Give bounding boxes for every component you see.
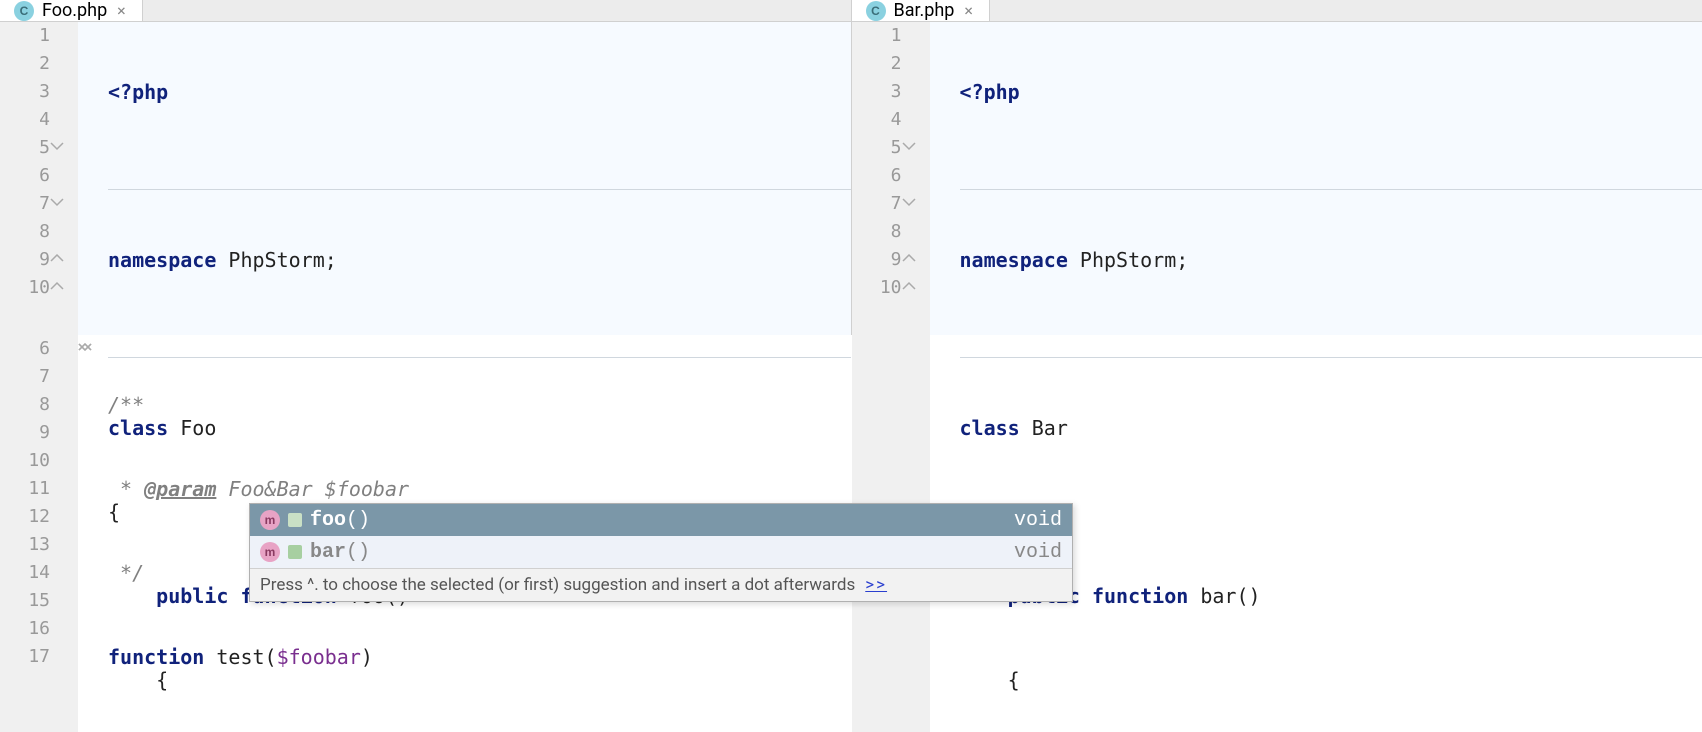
line-number: 9 <box>0 246 50 274</box>
completion-item-foo[interactable]: m foo() void <box>250 504 1072 536</box>
line-number: 13 <box>0 531 50 559</box>
line-number: 7 <box>0 363 50 391</box>
line-number: 7 <box>852 190 902 218</box>
hint-text: Press ^. to choose the selected (or firs… <box>260 575 855 595</box>
visibility-icon <box>288 545 302 559</box>
line-number: 5 <box>852 134 902 162</box>
fold-marker-icon[interactable] <box>902 251 916 265</box>
line-number: 16 <box>0 615 50 643</box>
line-number: 2 <box>852 50 902 78</box>
tab-bar[interactable]: C Bar.php × <box>852 0 990 21</box>
line-number: 3 <box>852 78 902 106</box>
fold-marker-icon[interactable] <box>902 195 916 209</box>
line-number: 1 <box>0 22 50 50</box>
completion-return-type: void <box>1014 509 1062 532</box>
method-icon: m <box>260 542 280 562</box>
tab-foo[interactable]: C Foo.php × <box>0 0 143 21</box>
code-token: <?php <box>108 80 168 104</box>
code-token: */ <box>108 561 144 585</box>
line-number: 11 <box>0 475 50 503</box>
code-token: Foo&Bar $foobar <box>216 477 409 501</box>
code-token: @param <box>144 477 216 501</box>
line-number: 4 <box>0 106 50 134</box>
left-tabbar: C Foo.php × <box>0 0 851 22</box>
line-number: 4 <box>852 106 902 134</box>
visibility-icon <box>288 513 302 527</box>
right-tabbar: C Bar.php × <box>852 0 1702 22</box>
line-number: 9 <box>852 246 902 274</box>
line-number: 10 <box>0 447 50 475</box>
completion-name: bar() <box>310 541 370 564</box>
completion-hint: Press ^. to choose the selected (or firs… <box>250 568 1072 601</box>
code-token: function <box>108 645 204 669</box>
code-token: /** <box>108 393 144 417</box>
fold-marker-icon[interactable] <box>50 279 64 293</box>
line-number: 7 <box>0 190 50 218</box>
line-number: 14 <box>0 559 50 587</box>
line-number: 10 <box>852 274 902 302</box>
fold-marker-icon[interactable] <box>902 139 916 153</box>
line-number: 8 <box>0 218 50 246</box>
code-token: ; <box>1176 248 1188 272</box>
line-number: 1 <box>852 22 902 50</box>
line-number: 3 <box>0 78 50 106</box>
completion-return-type: void <box>1014 541 1062 564</box>
fold-marker-icon[interactable] <box>50 139 64 153</box>
line-number: 6 <box>0 335 50 363</box>
line-number: 6 <box>852 162 902 190</box>
php-class-icon: C <box>866 1 886 21</box>
code-token: PhpStorm <box>216 248 324 272</box>
line-number: 9 <box>0 419 50 447</box>
code-token: ) <box>361 645 373 669</box>
tab-label: Bar.php <box>894 0 955 21</box>
bottom-gutter: 6 7 8 9 10 11 12 13 14 15 16 17 <box>0 335 78 732</box>
code-token: PhpStorm <box>1068 248 1176 272</box>
php-class-icon: C <box>14 1 34 21</box>
line-number: 17 <box>0 643 50 671</box>
method-icon: m <box>260 510 280 530</box>
line-number: 2 <box>0 50 50 78</box>
close-icon[interactable]: × <box>115 1 128 20</box>
code-token: test( <box>204 645 276 669</box>
code-token: ; <box>325 248 337 272</box>
code-token: $foobar <box>277 645 361 669</box>
line-number: 15 <box>0 587 50 615</box>
left-pane: C Foo.php × 1 2 3 4 5 6 7 8 9 10 <box>0 0 852 335</box>
hint-more-link[interactable]: >> <box>865 575 887 595</box>
fold-marker-icon[interactable] <box>50 195 64 209</box>
close-icon[interactable]: × <box>962 1 975 20</box>
fold-marker-icon[interactable] <box>902 279 916 293</box>
line-number: 12 <box>0 503 50 531</box>
line-number: 5 <box>0 134 50 162</box>
code-token: * <box>108 477 144 501</box>
line-number: 6 <box>0 162 50 190</box>
code-token: namespace <box>108 248 216 272</box>
right-pane: C Bar.php × 1 2 3 4 5 6 7 8 9 10 <box>852 0 1702 335</box>
code-token: namespace <box>960 248 1068 272</box>
line-number: 8 <box>852 218 902 246</box>
tab-label: Foo.php <box>42 0 107 21</box>
code-token: <?php <box>960 80 1020 104</box>
line-number: 10 <box>0 274 50 302</box>
fold-marker-icon[interactable] <box>50 251 64 265</box>
line-number: 8 <box>0 391 50 419</box>
completion-name: foo() <box>310 509 370 532</box>
completion-item-bar[interactable]: m bar() void <box>250 536 1072 568</box>
completion-popup[interactable]: m foo() void m bar() void Press ^. to ch… <box>249 503 1073 602</box>
